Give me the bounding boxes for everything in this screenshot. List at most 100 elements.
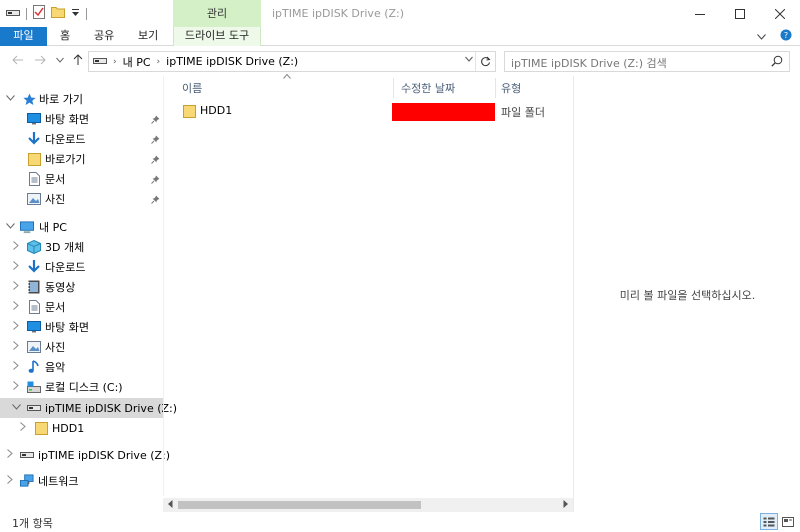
scroll-left-icon[interactable] bbox=[168, 500, 173, 510]
new-folder-icon[interactable] bbox=[51, 6, 65, 21]
forward-button[interactable] bbox=[32, 52, 48, 68]
search-icon[interactable] bbox=[771, 55, 783, 70]
breadcrumb-drive[interactable]: ipTIME ipDISK Drive (Z:) bbox=[166, 55, 298, 68]
ribbon-right-controls: ? bbox=[757, 29, 792, 44]
sidebar-item-pictures[interactable]: 사진 bbox=[0, 337, 163, 357]
sidebar-item-hdd1[interactable]: HDD1 bbox=[0, 418, 163, 438]
sidebar-item-documents-pinned[interactable]: 문서 bbox=[0, 169, 163, 189]
sidebar-item-documents[interactable]: 문서 bbox=[0, 297, 163, 317]
sidebar-item-label: 동영상 bbox=[45, 281, 76, 294]
chevron-right-icon[interactable] bbox=[11, 261, 21, 273]
preview-pane: 미리 볼 파일을 선택하십시오. bbox=[573, 76, 800, 512]
sidebar-item-pictures-pinned[interactable]: 사진 bbox=[0, 189, 163, 209]
tab-share[interactable]: 공유 bbox=[94, 27, 114, 46]
column-header-type[interactable]: 유형 bbox=[501, 80, 521, 98]
customize-qat-icon[interactable] bbox=[71, 7, 80, 20]
sidebar-item-label: 바탕 화면 bbox=[45, 321, 89, 334]
document-icon bbox=[27, 300, 41, 314]
sidebar-item-quick-access[interactable]: 바로 가기 bbox=[0, 89, 163, 109]
up-button[interactable] bbox=[70, 52, 86, 68]
chevron-down-icon[interactable] bbox=[11, 403, 21, 413]
chevron-down-icon[interactable] bbox=[5, 94, 15, 104]
close-button[interactable] bbox=[760, 0, 800, 27]
tab-file[interactable]: 파일 bbox=[0, 27, 47, 46]
sidebar-item-music[interactable]: 음악 bbox=[0, 357, 163, 377]
chevron-right-icon[interactable] bbox=[11, 301, 21, 313]
breadcrumb-this-pc[interactable]: 내 PC bbox=[123, 54, 151, 70]
file-name[interactable]: HDD1 bbox=[200, 104, 232, 117]
sidebar-item-downloads[interactable]: 다운로드 bbox=[0, 257, 163, 277]
download-icon bbox=[27, 260, 41, 274]
chevron-right-icon[interactable] bbox=[11, 241, 21, 253]
pin-icon[interactable] bbox=[151, 194, 160, 207]
refresh-button[interactable] bbox=[475, 52, 495, 71]
chevron-right-icon[interactable] bbox=[11, 381, 21, 393]
sidebar-item-iptime-drive[interactable]: ipTIME ipDISK Drive (Z:) bbox=[0, 398, 177, 418]
properties-icon[interactable] bbox=[33, 5, 45, 22]
chevron-right-icon[interactable] bbox=[18, 422, 28, 434]
pin-icon[interactable] bbox=[151, 154, 160, 167]
tab-drive-tools[interactable]: 드라이브 도구 bbox=[173, 27, 261, 46]
tab-home[interactable]: 홈 bbox=[60, 27, 70, 46]
back-button[interactable] bbox=[10, 52, 26, 68]
pin-icon[interactable] bbox=[151, 134, 160, 147]
recent-locations-button[interactable] bbox=[52, 52, 68, 68]
desktop-icon bbox=[27, 112, 41, 126]
table-row[interactable]: HDD1 파일 폴더 bbox=[164, 101, 574, 121]
sidebar-item-shortcuts-pinned[interactable]: 바로가기 bbox=[0, 149, 163, 169]
column-separator[interactable] bbox=[495, 78, 496, 98]
sidebar-item-downloads-pinned[interactable]: 다운로드 bbox=[0, 129, 163, 149]
address-bar[interactable]: › 내 PC › ipTIME ipDISK Drive (Z:) bbox=[88, 51, 496, 72]
chevron-down-icon[interactable] bbox=[5, 222, 15, 232]
sidebar-item-desktop[interactable]: 바탕 화면 bbox=[0, 317, 163, 337]
chevron-right-icon[interactable] bbox=[11, 341, 21, 353]
search-input[interactable]: ipTIME ipDISK Drive (Z:) 검색 bbox=[511, 55, 667, 71]
cube-icon bbox=[27, 240, 41, 254]
chevron-right-icon[interactable] bbox=[5, 475, 15, 487]
drive-icon bbox=[27, 401, 41, 415]
tab-view[interactable]: 보기 bbox=[138, 27, 158, 46]
column-separator[interactable] bbox=[393, 78, 394, 98]
drive-icon bbox=[20, 448, 34, 462]
search-box[interactable]: ipTIME ipDISK Drive (Z:) 검색 bbox=[504, 51, 790, 72]
divider bbox=[86, 7, 87, 20]
drive-icon[interactable] bbox=[6, 7, 20, 20]
item-count: 1개 항목 bbox=[12, 517, 53, 530]
maximize-button[interactable] bbox=[720, 0, 760, 27]
chevron-right-icon[interactable] bbox=[11, 361, 21, 373]
drive-icon bbox=[93, 55, 107, 68]
sidebar-item-label: 문서 bbox=[45, 301, 66, 314]
breadcrumb-separator[interactable]: › bbox=[113, 57, 117, 67]
help-icon[interactable]: ? bbox=[780, 29, 792, 44]
chevron-right-icon[interactable] bbox=[11, 281, 21, 293]
sidebar-item-desktop-pinned[interactable]: 바탕 화면 bbox=[0, 109, 163, 129]
column-header-name[interactable]: 이름 bbox=[182, 80, 202, 98]
sidebar-item-videos[interactable]: 동영상 bbox=[0, 277, 163, 297]
sidebar-item-label: 바로 가기 bbox=[39, 93, 83, 106]
sidebar-item-iptime-drive-2[interactable]: ipTIME ipDISK Drive (Z:) bbox=[0, 445, 170, 465]
scrollbar-thumb[interactable] bbox=[178, 501, 421, 509]
explorer-window: 관리 ipTIME ipDISK Drive (Z:) 파일 홈 공유 보기 드… bbox=[0, 0, 800, 532]
address-history-dropdown[interactable] bbox=[465, 55, 473, 65]
pin-icon[interactable] bbox=[151, 114, 160, 127]
column-header-date-modified[interactable]: 수정한 날짜 bbox=[401, 80, 455, 98]
horizontal-scrollbar[interactable] bbox=[163, 498, 573, 512]
pin-icon[interactable] bbox=[151, 174, 160, 187]
sidebar-item-label: ipTIME ipDISK Drive (Z:) bbox=[38, 448, 171, 462]
redacted-date bbox=[392, 103, 495, 121]
chevron-right-icon[interactable] bbox=[5, 449, 15, 461]
details-view-button[interactable] bbox=[760, 513, 778, 530]
sidebar-item-label: 다운로드 bbox=[45, 133, 86, 146]
scroll-right-icon[interactable] bbox=[563, 500, 568, 510]
sidebar-item-3d-objects[interactable]: 3D 개체 bbox=[0, 237, 163, 257]
sidebar-item-label: 음악 bbox=[45, 361, 66, 374]
chevron-right-icon[interactable] bbox=[11, 321, 21, 333]
breadcrumb-separator[interactable]: › bbox=[157, 57, 161, 67]
expand-ribbon-icon[interactable] bbox=[757, 30, 766, 43]
sidebar-item-local-disk[interactable]: 로컬 디스크 (C:) bbox=[0, 377, 163, 397]
minimize-button[interactable] bbox=[680, 0, 720, 27]
sidebar-item-network[interactable]: 네트워크 bbox=[0, 471, 163, 491]
large-icons-view-button[interactable] bbox=[779, 513, 797, 530]
manage-tab[interactable]: 관리 bbox=[173, 0, 261, 27]
sidebar-item-this-pc[interactable]: 내 PC bbox=[0, 217, 163, 237]
